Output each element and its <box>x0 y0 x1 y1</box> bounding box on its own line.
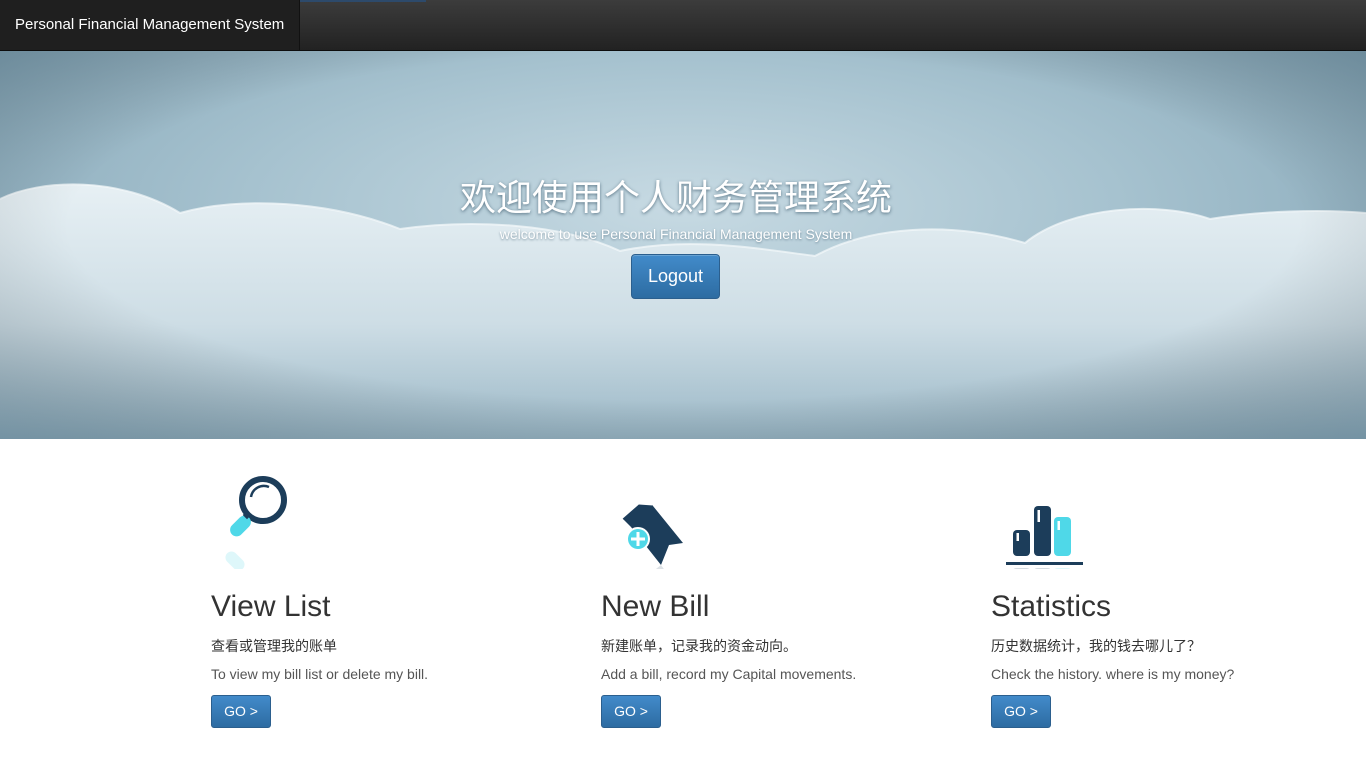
feature-cn-text: 历史数据统计，我的钱去哪儿了？ <box>991 638 1201 654</box>
feature-description: Add a bill, record my Capital movements. <box>601 666 857 682</box>
add-bookmark-icon <box>601 469 701 611</box>
feature-description: To view my bill list or delete my bill. <box>211 666 429 682</box>
feature-cn-text: 新建账单，记录我的资金动向。 <box>601 638 797 654</box>
logout-button[interactable]: Logout <box>631 254 720 299</box>
hero-subtitle: welcome to use Personal Financial Manage… <box>499 226 853 242</box>
feature-view-list: View List 查看或管理我的账单 To view my bill list… <box>211 439 511 759</box>
hero-title: 欢迎使用个人财务管理系统 <box>459 178 892 219</box>
bar-chart-icon <box>991 469 1091 578</box>
feature-statistics: Statistics 历史数据统计，我的钱去哪儿了？ Check the his… <box>991 439 1291 759</box>
statistics-go-button[interactable]: GO > <box>991 695 1051 728</box>
feature-title: New Bill <box>601 590 710 623</box>
top-navbar: Personal Financial Management System <box>0 0 1366 51</box>
feature-description: Check the history. where is my money? <box>991 666 1235 682</box>
feature-cn-text: 查看或管理我的账单 <box>211 638 337 654</box>
new-bill-go-button[interactable]: GO > <box>601 695 661 728</box>
magnifier-icon <box>211 469 311 616</box>
feature-title: View List <box>211 590 331 623</box>
feature-new-bill: New Bill 新建账单，记录我的资金动向。 Add a bill, reco… <box>601 439 901 759</box>
brand-link[interactable]: Personal Financial Management System <box>0 0 301 50</box>
cloud-background <box>0 51 1366 439</box>
view-list-go-button[interactable]: GO > <box>211 695 271 728</box>
hero-banner: 欢迎使用个人财务管理系统 welcome to use Personal Fin… <box>0 51 1366 439</box>
feature-title: Statistics <box>991 590 1112 623</box>
